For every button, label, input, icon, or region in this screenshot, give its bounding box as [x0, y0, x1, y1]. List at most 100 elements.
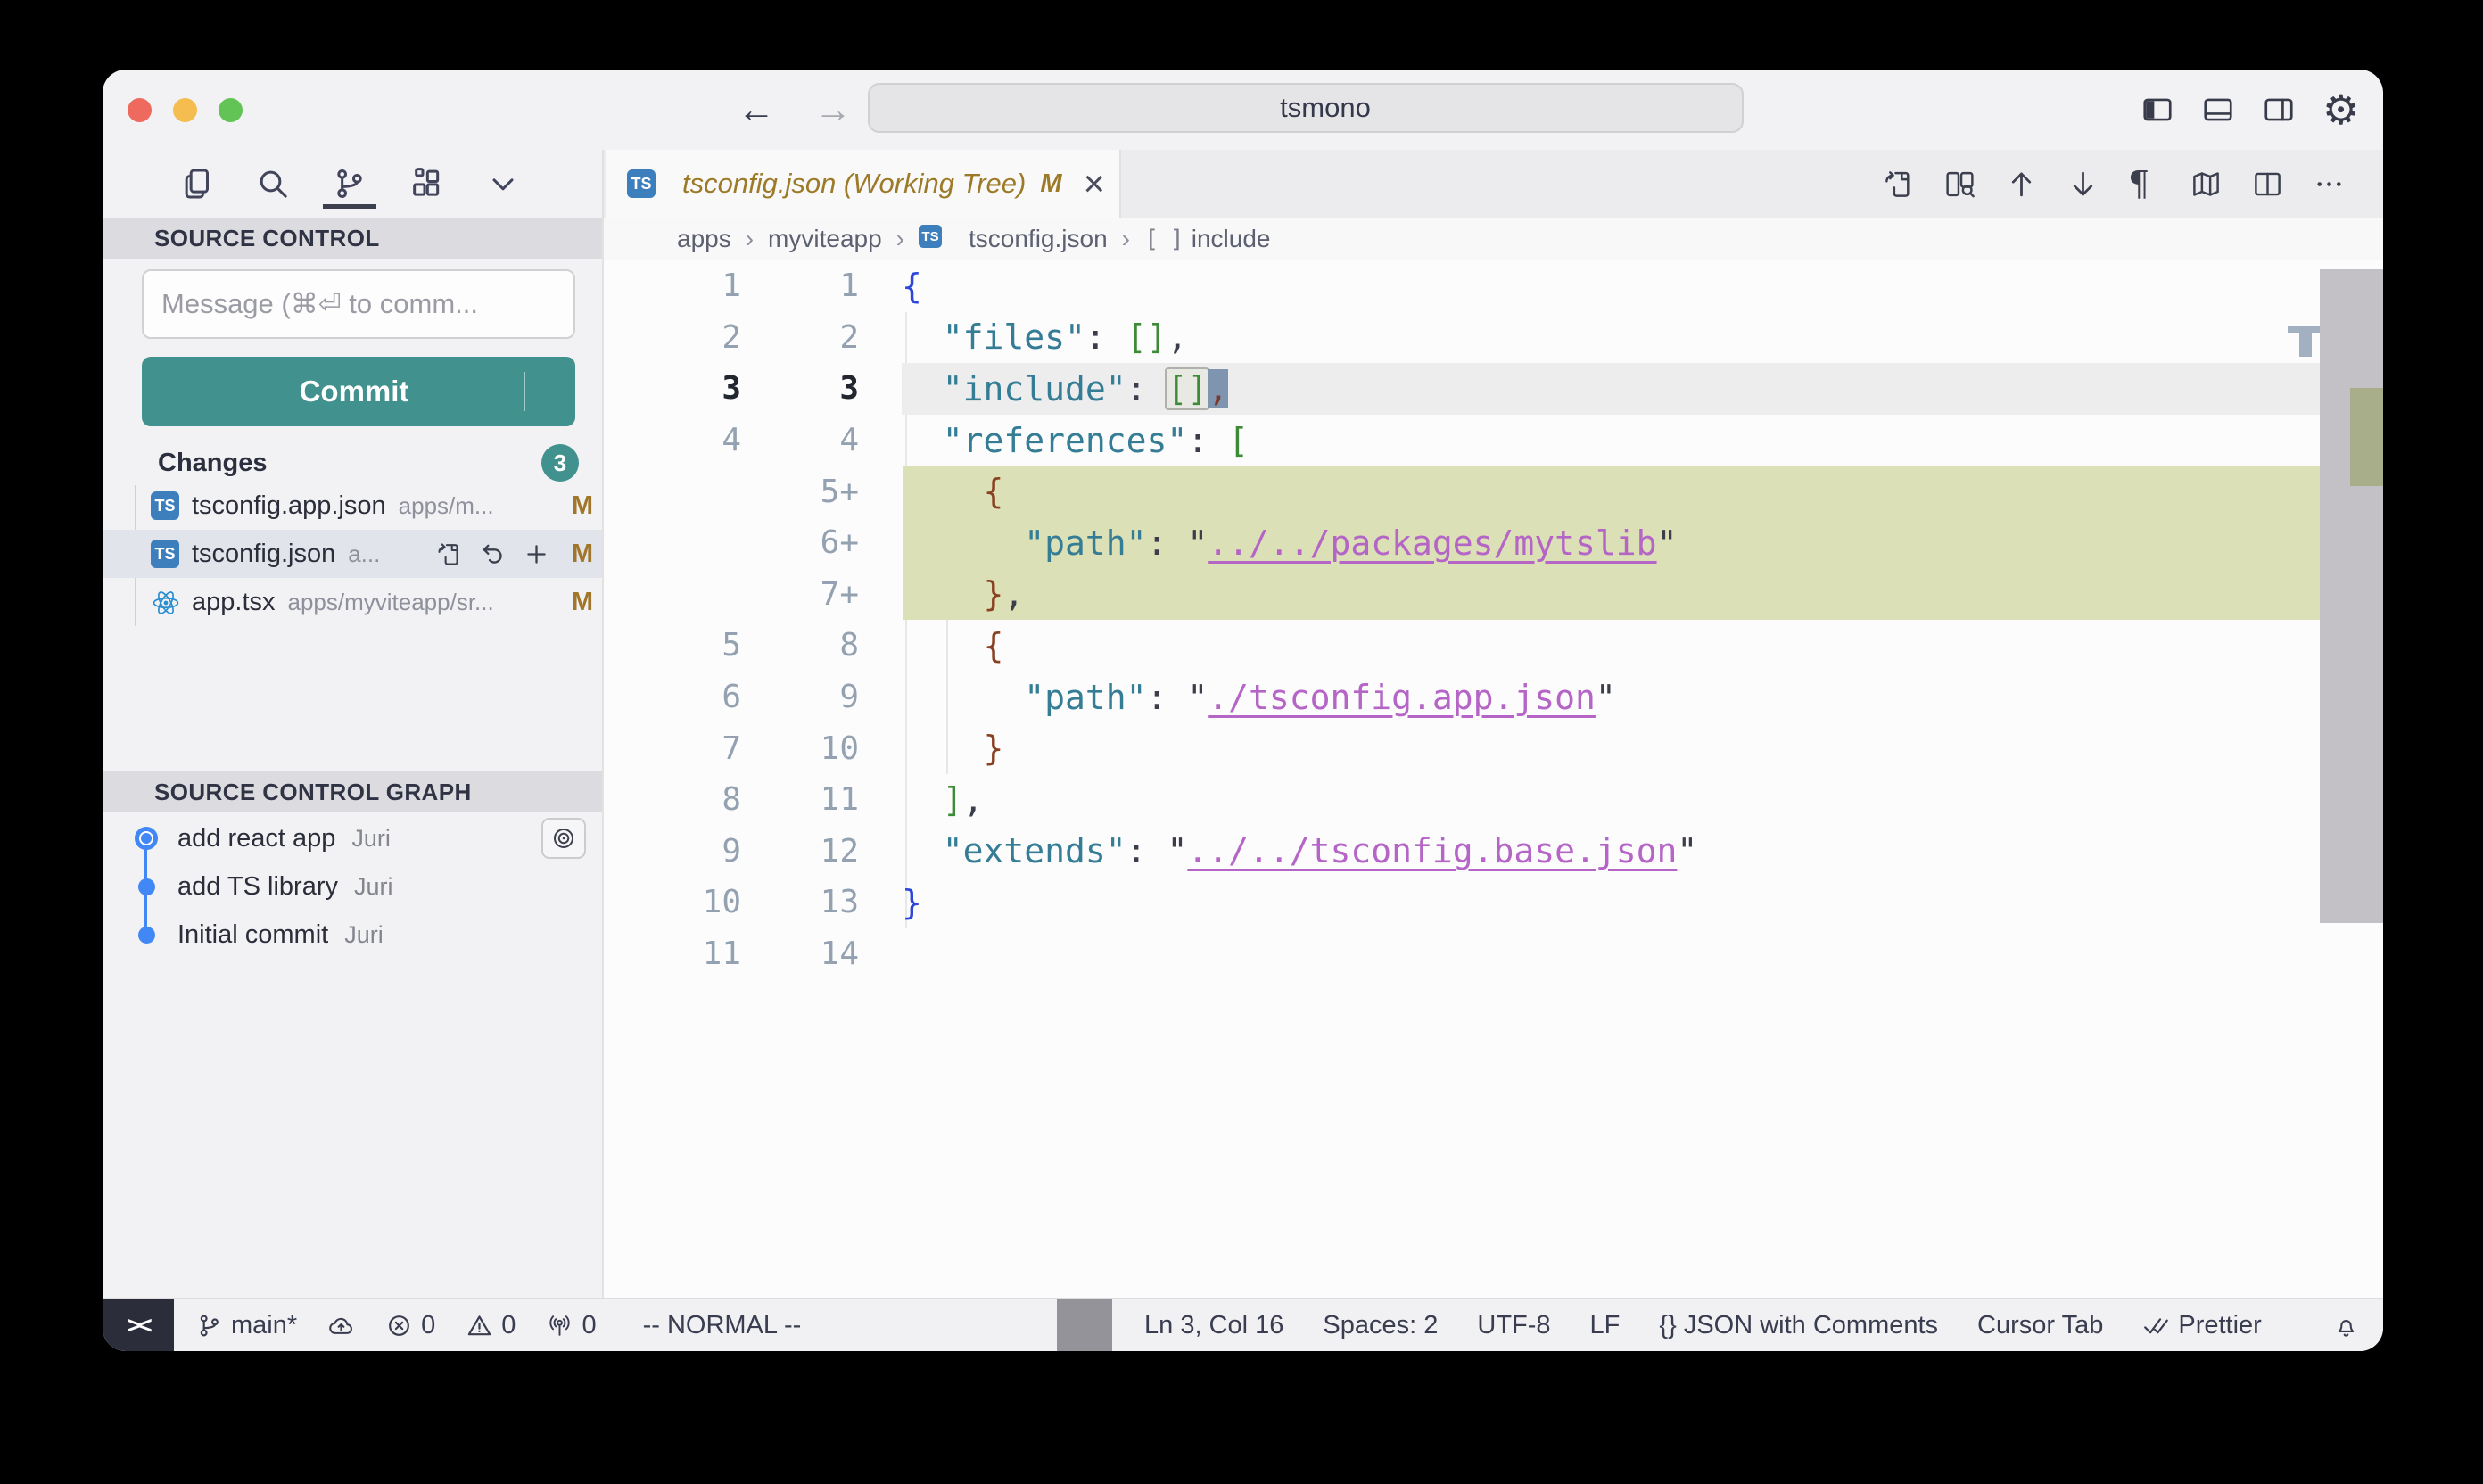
status-item-encoding[interactable]: UTF-8	[1477, 1311, 1550, 1340]
remote-indicator-button[interactable]: ><	[103, 1299, 174, 1351]
breadcrumb-item-include[interactable]: [ ]include	[1144, 225, 1271, 253]
code-text: "extends": "../../tsconfig.base.json"	[902, 826, 1697, 878]
breadcrumb-item-apps[interactable]: apps	[677, 225, 731, 253]
commit-row[interactable]: Initial commitJuri	[103, 911, 602, 959]
code-token: "	[1596, 678, 1616, 717]
status-item-formatter[interactable]: Prettier	[2142, 1311, 2261, 1340]
changes-section-header[interactable]: Changes 3	[103, 442, 602, 483]
code-token: ,	[1167, 317, 1187, 357]
code-line[interactable]: 7+ },	[604, 569, 2383, 621]
code-token	[902, 421, 943, 460]
next-change-icon[interactable]	[2066, 168, 2099, 201]
code-token: }	[902, 883, 922, 922]
tab-tsconfig-working-tree[interactable]: TS tsconfig.json (Working Tree) M ×	[606, 150, 1121, 218]
gear-icon[interactable]: ⚙	[2322, 93, 2356, 127]
layout-sidebar-left-toggle-icon[interactable]	[2141, 93, 2174, 127]
status-item-indentation[interactable]: Spaces: 2	[1323, 1311, 1438, 1340]
gutter: 1013	[604, 877, 859, 928]
activity-bar-item-extensions[interactable]	[408, 160, 445, 208]
activity-bar-item-search[interactable]	[254, 160, 292, 208]
nav-forward-icon[interactable]: →	[814, 88, 852, 131]
stage-changes-icon[interactable]	[523, 540, 550, 568]
status-item-ports-count[interactable]: 0	[546, 1311, 596, 1340]
code-line[interactable]: 912 "extends": "../../tsconfig.base.json…	[604, 826, 2383, 878]
zoom-indicator-button[interactable]	[1057, 1299, 1112, 1351]
layout-sidebar-right-toggle-icon[interactable]	[2262, 93, 2296, 127]
code-token	[902, 729, 984, 768]
code-line[interactable]: 11{	[604, 260, 2383, 312]
file-path: apps/myviteapp/sr...	[288, 589, 564, 616]
code-line[interactable]: 6+ "path": "../../packages/mytslib"	[604, 517, 2383, 569]
status-item-publish-changes[interactable]	[327, 1312, 355, 1340]
overview-selection-marker	[2299, 333, 2312, 357]
code-line[interactable]: 69 "path": "./tsconfig.app.json"	[604, 672, 2383, 723]
status-item-branch-indicator[interactable]: main*	[195, 1311, 297, 1340]
code-line[interactable]: 22 "files": [],	[604, 312, 2383, 364]
command-center-search[interactable]: tsmono	[868, 83, 1744, 133]
inline-diff-icon[interactable]	[1943, 168, 1976, 201]
breadcrumb-label: myviteapp	[768, 225, 882, 253]
open-file-icon[interactable]	[435, 540, 463, 568]
status-item-label: 0	[501, 1311, 516, 1340]
commit-message-input[interactable]: Message (⌘⏎ to comm...	[142, 269, 575, 339]
source-control-section-header[interactable]: SOURCE CONTROL	[103, 218, 602, 259]
code-line[interactable]: 1013}	[604, 877, 2383, 928]
status-item-label: Prettier	[2178, 1311, 2261, 1340]
sparkle-icon[interactable]	[524, 288, 556, 320]
gutter: 5+	[604, 466, 859, 517]
activity-bar-item-source-control[interactable]	[331, 160, 368, 208]
code-line[interactable]: 33 "include": [],	[604, 363, 2383, 415]
modified-line-number: 12	[741, 833, 859, 870]
close-window-button[interactable]	[128, 98, 152, 122]
commit-row[interactable]: add TS libraryJuri	[103, 862, 602, 911]
nav-back-icon[interactable]: ←	[738, 88, 775, 131]
status-item-error-count[interactable]: 0	[385, 1311, 435, 1340]
code-line[interactable]: 58 {	[604, 620, 2383, 672]
modified-line-number: 14	[741, 936, 859, 972]
gutter: 22	[604, 312, 859, 364]
activity-bar-item-explorer[interactable]	[177, 160, 215, 208]
tab-close-icon[interactable]: ×	[1084, 165, 1106, 202]
status-item-cursor-tab[interactable]: Cursor Tab	[1977, 1311, 2103, 1340]
status-item-cursor-position[interactable]: Ln 3, Col 16	[1144, 1311, 1283, 1340]
layout-panel-toggle-icon[interactable]	[2201, 93, 2235, 127]
more-actions-icon[interactable]	[2313, 168, 2346, 201]
minimize-window-button[interactable]	[173, 98, 197, 122]
zoom-window-button[interactable]	[219, 98, 243, 122]
status-item-label: Ln 3, Col 16	[1144, 1311, 1283, 1340]
changed-file-row[interactable]: TStsconfig.jsona...M	[103, 530, 602, 578]
split-editor-icon[interactable]	[2251, 168, 2284, 201]
changed-file-row[interactable]: app.tsxapps/myviteapp/sr...M	[103, 578, 602, 626]
code-area[interactable]: 11{22 "files": [],33 "include": [],44 "r…	[604, 260, 2383, 1298]
breadcrumb-item-myviteapp[interactable]: myviteapp	[768, 225, 882, 253]
render-whitespace-icon[interactable]: ¶	[2128, 168, 2161, 201]
commit-dropdown-button[interactable]	[525, 378, 575, 405]
status-item-warning-count[interactable]: 0	[466, 1311, 516, 1340]
commit-button[interactable]: Commit	[142, 357, 575, 426]
changed-file-row[interactable]: TStsconfig.app.jsonapps/m...M	[103, 482, 602, 530]
status-item-language-mode[interactable]: {} JSON with Comments	[1659, 1311, 1938, 1340]
code-line[interactable]: 710 }	[604, 722, 2383, 774]
code-token	[1106, 317, 1126, 357]
source-control-graph-section-header[interactable]: SOURCE CONTROL GRAPH	[103, 771, 602, 812]
notifications-bell-button[interactable]	[2332, 1312, 2360, 1340]
commit-head-dot	[133, 825, 160, 852]
breadcrumb-item-tsconfig.json[interactable]: TStsconfig.json	[919, 225, 1108, 253]
discard-changes-icon[interactable]	[479, 540, 507, 568]
code-line[interactable]: 811 ],	[604, 774, 2383, 826]
commit-row[interactable]: add react appJuri	[103, 814, 602, 862]
open-file-icon[interactable]	[1882, 168, 1915, 201]
code-line[interactable]: 5+ {	[604, 466, 2383, 517]
status-item-eol[interactable]: LF	[1590, 1311, 1621, 1340]
modified-line-number: 2	[741, 319, 859, 356]
chevron-down-icon	[119, 226, 144, 251]
editor-scrollbar[interactable]	[2320, 269, 2383, 923]
code-line[interactable]: 1114	[604, 928, 2383, 980]
checkout-target-button[interactable]	[541, 818, 586, 859]
minimap-icon[interactable]	[2190, 168, 2223, 201]
activity-bar-item-more-views[interactable]	[484, 160, 522, 208]
status-item-vim-mode[interactable]: -- NORMAL --	[643, 1311, 802, 1340]
previous-change-icon[interactable]	[2005, 168, 2038, 201]
vim-block-cursor: ,	[1208, 369, 1228, 408]
code-line[interactable]: 44 "references": [	[604, 415, 2383, 466]
